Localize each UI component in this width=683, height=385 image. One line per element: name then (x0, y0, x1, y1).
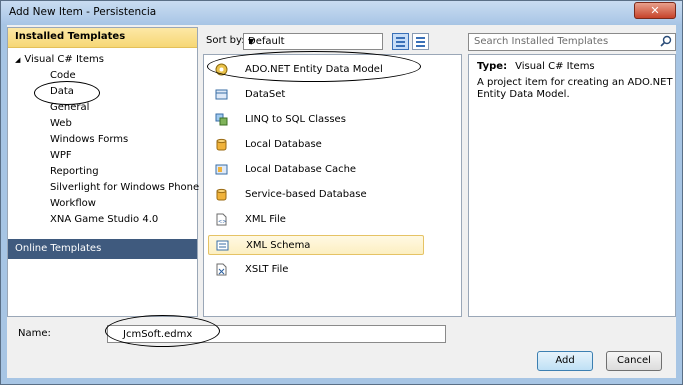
online-templates-header[interactable]: Online Templates (8, 239, 197, 259)
template-xml-schema[interactable]: XML Schema (208, 235, 424, 255)
name-input[interactable]: JcmSoft.edmx (107, 325, 446, 343)
search-icon[interactable] (660, 35, 672, 47)
tree-item-xna[interactable]: XNA Game Studio 4.0 (50, 214, 158, 225)
template-linq-to-sql[interactable]: LINQ to SQL Classes (208, 110, 424, 130)
xslt-file-icon (216, 263, 227, 276)
name-input-value: JcmSoft.edmx (123, 329, 193, 340)
medium-icons-view-button[interactable] (392, 33, 409, 50)
tree-item-windows-forms[interactable]: Windows Forms (50, 134, 128, 145)
dataset-icon (215, 89, 228, 100)
xml-file-icon: <> (216, 213, 227, 226)
database-icon (216, 188, 227, 201)
tree-item-code[interactable]: Code (50, 70, 76, 81)
search-placeholder: Search Installed Templates (474, 36, 609, 47)
tree-root-visual-csharp[interactable]: ◢ Visual C# Items (15, 54, 104, 65)
cancel-button[interactable]: Cancel (606, 351, 662, 371)
add-button[interactable]: Add (537, 351, 593, 371)
type-label: Type: (477, 61, 508, 72)
online-templates-label: Online Templates (15, 243, 102, 254)
template-dataset[interactable]: DataSet (208, 85, 424, 105)
template-type: Type: Visual C# Items (477, 61, 595, 72)
tree-item-general[interactable]: General (50, 102, 89, 113)
template-label: Local Database (245, 139, 322, 150)
templates-list: ADO.NET Entity Data Model DataSet LINQ t… (203, 51, 462, 317)
template-xml-file[interactable]: <> XML File (208, 210, 424, 230)
template-description: A project item for creating an ADO.NET E… (477, 77, 673, 100)
template-label: Service-based Database (245, 189, 367, 200)
sort-label: Sort by: (206, 35, 245, 46)
tree-item-wpf[interactable]: WPF (50, 150, 72, 161)
installed-templates-header[interactable]: Installed Templates (8, 28, 197, 48)
template-label: XML Schema (246, 240, 311, 251)
template-label: XML File (245, 214, 286, 225)
title-bar: Add New Item - Persistencia ✕ (1, 1, 682, 24)
window-title: Add New Item - Persistencia (9, 6, 157, 18)
details-view-button[interactable] (412, 33, 429, 50)
template-xslt-file[interactable]: XSLT File (208, 260, 424, 280)
tree-item-silverlight-phone[interactable]: Silverlight for Windows Phone (50, 182, 199, 193)
type-value: Visual C# Items (515, 61, 595, 72)
name-label: Name: (18, 328, 51, 339)
dialog-body: Installed Templates ◢ Visual C# Items Cod… (7, 25, 676, 378)
chevron-down-icon: ▼ (248, 37, 255, 46)
installed-templates-label: Installed Templates (15, 31, 126, 42)
template-local-database-cache[interactable]: Local Database Cache (208, 160, 424, 180)
expand-arrow-icon[interactable]: ◢ (15, 56, 20, 64)
tree-item-web[interactable]: Web (50, 118, 72, 129)
template-label: XSLT File (245, 264, 289, 275)
template-label: Local Database Cache (245, 164, 357, 175)
template-service-based-database[interactable]: Service-based Database (208, 185, 424, 205)
add-new-item-dialog: Add New Item - Persistencia ✕ Installed … (0, 0, 683, 385)
close-icon: ✕ (650, 4, 660, 17)
search-box[interactable]: Search Installed Templates (468, 33, 676, 51)
database-cache-icon (215, 164, 228, 175)
entity-model-icon (215, 63, 228, 76)
tree-item-workflow[interactable]: Workflow (50, 198, 96, 209)
tree-root-label: Visual C# Items (24, 54, 104, 65)
template-categories-pane: Installed Templates ◢ Visual C# Items Cod… (7, 27, 199, 317)
tree-item-reporting[interactable]: Reporting (50, 166, 99, 177)
template-ado-net-entity-data-model[interactable]: ADO.NET Entity Data Model (208, 60, 424, 80)
template-local-database[interactable]: Local Database (208, 135, 424, 155)
close-button[interactable]: ✕ (634, 2, 676, 19)
svg-text:<>: <> (218, 219, 226, 225)
tree-item-data[interactable]: Data (50, 86, 74, 97)
template-label: ADO.NET Entity Data Model (245, 64, 383, 75)
template-label: LINQ to SQL Classes (245, 114, 346, 125)
xml-schema-icon (216, 240, 229, 251)
template-description-pane: Type: Visual C# Items A project item for … (468, 54, 676, 317)
sort-dropdown[interactable]: Default ▼ (243, 33, 383, 50)
template-label: DataSet (245, 89, 286, 100)
linq-icon (215, 113, 228, 126)
database-icon (216, 138, 227, 151)
